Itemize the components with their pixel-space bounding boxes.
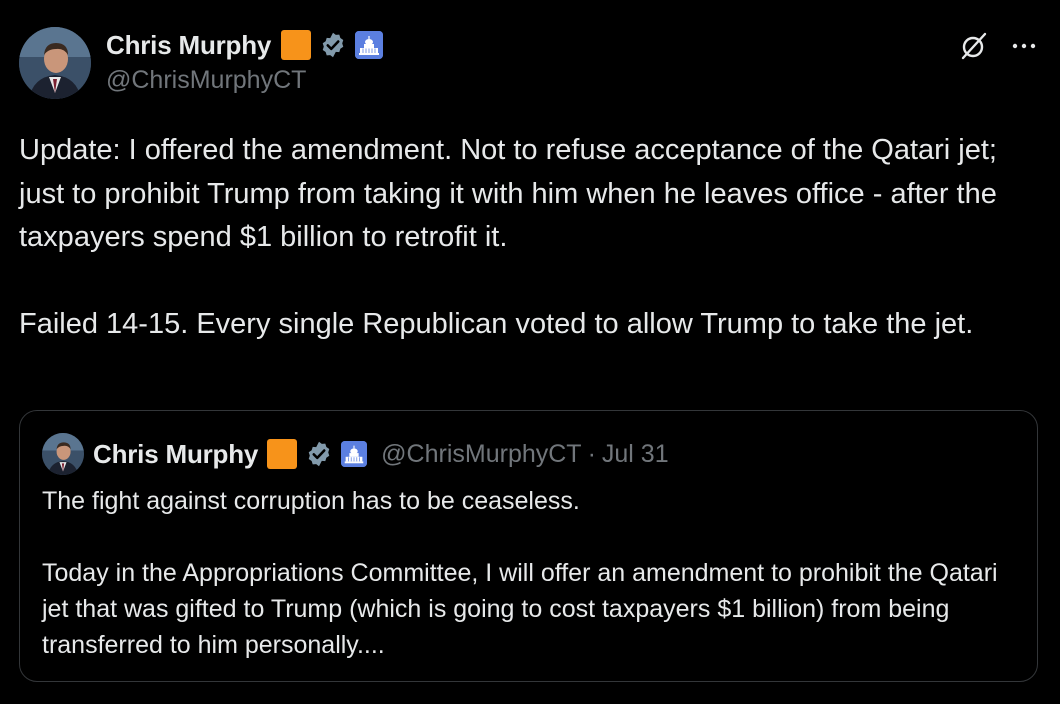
tweet: Chris Murphy @ChrisMurphyCT Update: I of… bbox=[0, 0, 1060, 704]
author-name-row: Chris Murphy bbox=[106, 28, 384, 62]
quote-header: Chris Murphy @ChrisMurphyCT · Jul 31 bbox=[42, 433, 669, 475]
quote-author-name[interactable]: Chris Murphy bbox=[93, 439, 258, 470]
quote-separator: · bbox=[587, 439, 596, 468]
author-name[interactable]: Chris Murphy bbox=[106, 30, 271, 61]
quote-text: The fight against corruption has to be c… bbox=[42, 487, 998, 659]
grok-icon[interactable] bbox=[958, 30, 990, 62]
capitol-affiliation-icon[interactable] bbox=[355, 31, 384, 59]
orange-badge-icon bbox=[267, 439, 298, 469]
author-avatar[interactable] bbox=[19, 27, 91, 99]
quote-author-avatar[interactable] bbox=[42, 433, 84, 475]
more-options-icon[interactable] bbox=[1008, 30, 1040, 62]
orange-badge-icon bbox=[281, 30, 312, 60]
tweet-text: Update: I offered the amendment. Not to … bbox=[19, 134, 997, 340]
verified-badge-icon[interactable] bbox=[319, 31, 347, 59]
capitol-affiliation-icon[interactable] bbox=[341, 441, 368, 467]
verified-badge-icon[interactable] bbox=[305, 440, 333, 468]
quote-author-handle[interactable]: @ChrisMurphyCT bbox=[381, 440, 581, 469]
author-handle[interactable]: @ChrisMurphyCT bbox=[106, 66, 306, 95]
quote-date[interactable]: Jul 31 bbox=[602, 440, 669, 469]
quote-tweet-card[interactable]: Chris Murphy @ChrisMurphyCT · Jul 31 The… bbox=[19, 410, 1038, 682]
